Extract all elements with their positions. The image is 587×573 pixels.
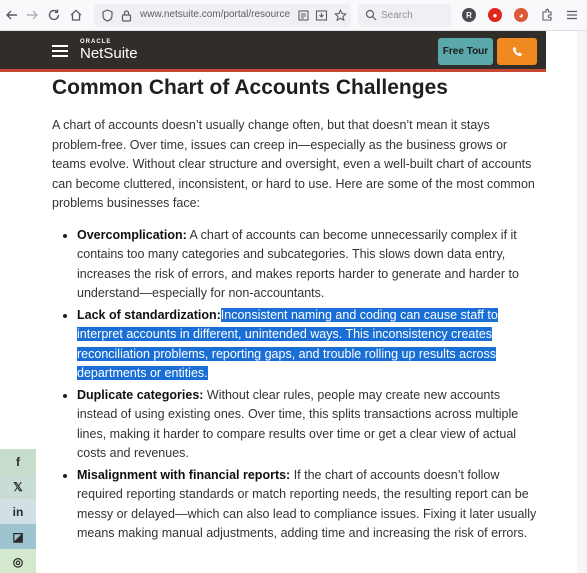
list-item-overcomplication: Overcomplication: A chart of accounts ca… <box>52 226 542 304</box>
facebook-icon[interactable]: f <box>0 449 36 474</box>
search-box[interactable]: Search <box>358 4 451 27</box>
url-text: www.netsuite.com/portal/resource/ <box>140 9 290 20</box>
back-icon[interactable] <box>2 5 22 25</box>
search-icon <box>365 9 377 21</box>
list-item-term: Misalignment with financial reports: <box>77 467 291 482</box>
lock-icon[interactable] <box>120 9 133 22</box>
scrollbar[interactable] <box>577 31 587 573</box>
list-item-term: Duplicate categories: <box>77 387 204 402</box>
list-item-term: Lack of standardization: <box>77 307 221 322</box>
site-header: ORACLE NetSuite Free Tour <box>0 31 546 72</box>
ublock-icon[interactable]: ● <box>488 8 502 22</box>
forward-icon[interactable] <box>22 5 42 25</box>
extension-r-icon[interactable]: R <box>462 8 476 22</box>
home-icon[interactable] <box>66 5 86 25</box>
reader-view-icon[interactable] <box>315 9 328 22</box>
list-item-misalignment: Misalignment with financial reports: If … <box>52 466 542 544</box>
bookmark-star-icon[interactable] <box>334 9 347 22</box>
shield-icon[interactable] <box>101 9 114 22</box>
extensions-puzzle-icon[interactable] <box>537 5 557 25</box>
phone-icon <box>512 46 522 57</box>
hamburger-menu-icon[interactable] <box>52 45 68 57</box>
page-actions-icon[interactable] <box>297 9 310 22</box>
list-item-duplicate-categories: Duplicate categories: Without clear rule… <box>52 386 542 464</box>
challenges-list: Overcomplication: A chart of accounts ca… <box>52 226 542 544</box>
page-title: Common Chart of Accounts Challenges <box>52 76 448 99</box>
logo-netsuite-text: NetSuite <box>80 45 138 62</box>
browser-toolbar: www.netsuite.com/portal/resource/ Search… <box>0 0 587 31</box>
linkedin-icon[interactable]: in <box>0 499 36 524</box>
intro-paragraph: A chart of accounts doesn’t usually chan… <box>52 118 535 210</box>
article-content: Common Chart of Accounts Challenges A ch… <box>52 72 542 546</box>
menu-icon[interactable] <box>562 5 582 25</box>
flipboard-icon[interactable]: ◪ <box>0 524 36 549</box>
duckduckgo-icon[interactable]: ◕ <box>514 8 528 22</box>
netsuite-logo[interactable]: ORACLE NetSuite <box>80 39 138 62</box>
url-bar[interactable]: www.netsuite.com/portal/resource/ <box>94 4 351 27</box>
list-item-term: Overcomplication: <box>77 227 187 242</box>
social-share-rail: f 𝕏 in ◪ ◎ <box>0 449 36 573</box>
free-tour-button[interactable]: Free Tour <box>438 38 493 65</box>
list-item-standardization: Lack of standardization:Inconsistent nam… <box>52 306 542 384</box>
x-icon[interactable]: 𝕏 <box>0 474 36 499</box>
reload-icon[interactable] <box>44 5 64 25</box>
instagram-icon[interactable]: ◎ <box>0 549 36 573</box>
phone-button[interactable] <box>497 38 537 65</box>
search-placeholder: Search <box>381 10 413 21</box>
